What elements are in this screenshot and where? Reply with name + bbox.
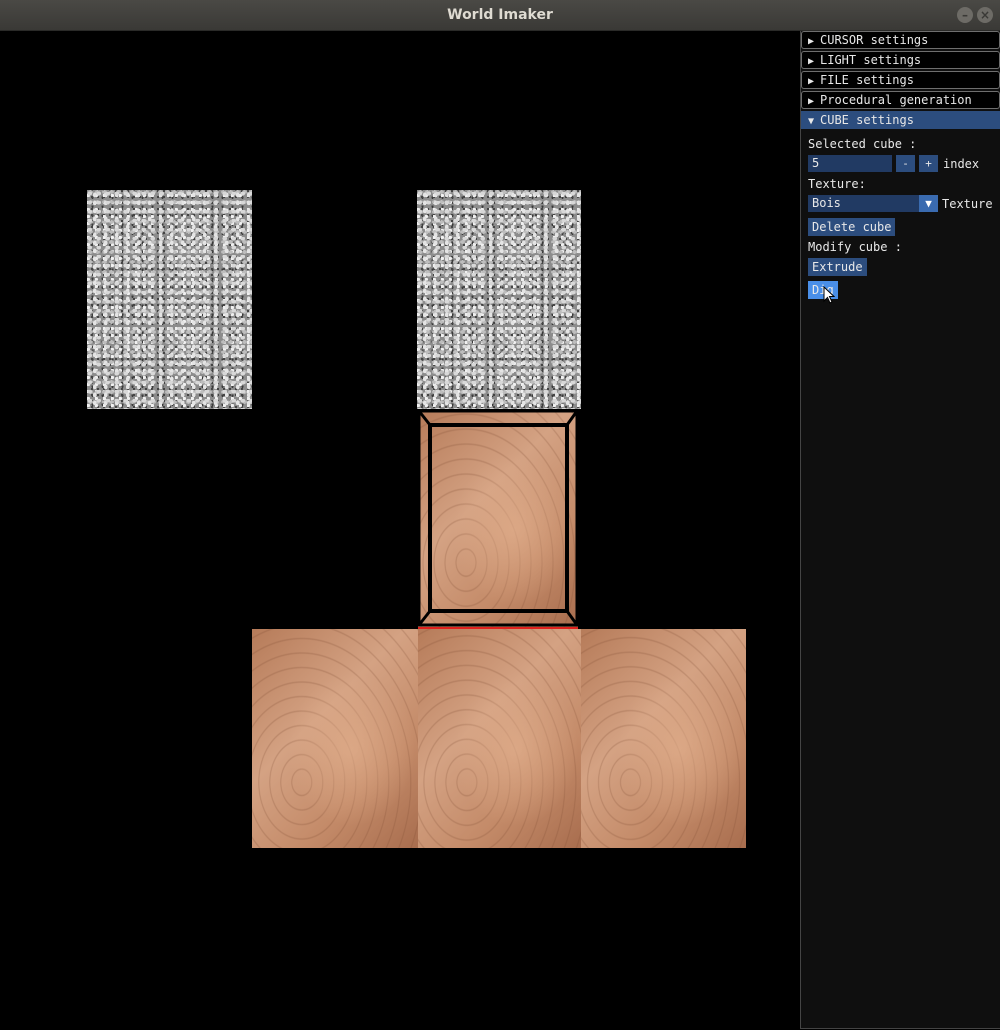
triangle-down-icon: ▼: [808, 116, 815, 127]
header-label: CUBE settings: [820, 113, 914, 127]
wood-block[interactable]: [418, 629, 581, 848]
texture-suffix-label: Texture: [942, 197, 993, 211]
settings-panel: ▶ CURSOR settings ▶ LIGHT settings ▶ FILE s…: [800, 31, 1000, 1029]
header-cursor-settings[interactable]: ▶ CURSOR settings: [801, 31, 1000, 49]
wood-block[interactable]: [252, 629, 418, 848]
header-file-settings[interactable]: ▶ FILE settings: [801, 71, 1000, 89]
texture-combo[interactable]: Bois: [808, 195, 920, 212]
3d-viewport[interactable]: [0, 31, 800, 1030]
stone-block[interactable]: [87, 190, 252, 409]
index-label: index: [943, 157, 980, 171]
header-cube-settings[interactable]: ▼ CUBE settings: [801, 111, 1000, 129]
triangle-right-icon: ▶: [808, 96, 815, 107]
header-procedural-generation[interactable]: ▶ Procedural generation: [801, 91, 1000, 109]
header-light-settings[interactable]: ▶ LIGHT settings: [801, 51, 1000, 69]
triangle-right-icon: ▶: [808, 76, 815, 87]
minimize-icon[interactable]: –: [957, 7, 973, 23]
header-label: FILE settings: [820, 73, 914, 87]
stone-block[interactable]: [417, 190, 581, 409]
close-icon[interactable]: ×: [977, 7, 993, 23]
chevron-down-icon[interactable]: ▼: [919, 195, 938, 212]
modify-cube-label: Modify cube :: [808, 240, 902, 254]
triangle-right-icon: ▶: [808, 56, 815, 67]
increment-button[interactable]: +: [919, 155, 938, 172]
wood-block[interactable]: [581, 629, 746, 848]
cube-selection-outline: [417, 409, 579, 627]
triangle-right-icon: ▶: [808, 36, 815, 47]
selected-cube-label: Selected cube :: [808, 137, 917, 151]
header-label: Procedural generation: [820, 93, 972, 107]
mouse-pointer-icon: [823, 286, 835, 304]
texture-label: Texture:: [808, 177, 866, 191]
title-bar: World Imaker – ×: [0, 0, 1000, 31]
delete-cube-button[interactable]: Delete cube: [808, 218, 896, 236]
header-label: LIGHT settings: [820, 53, 922, 67]
header-label: CURSOR settings: [820, 33, 929, 47]
cube-index-input[interactable]: 5: [808, 155, 892, 172]
extrude-button[interactable]: Extrude: [808, 258, 867, 276]
decrement-button[interactable]: -: [896, 155, 915, 172]
window-title: World Imaker: [447, 7, 553, 23]
